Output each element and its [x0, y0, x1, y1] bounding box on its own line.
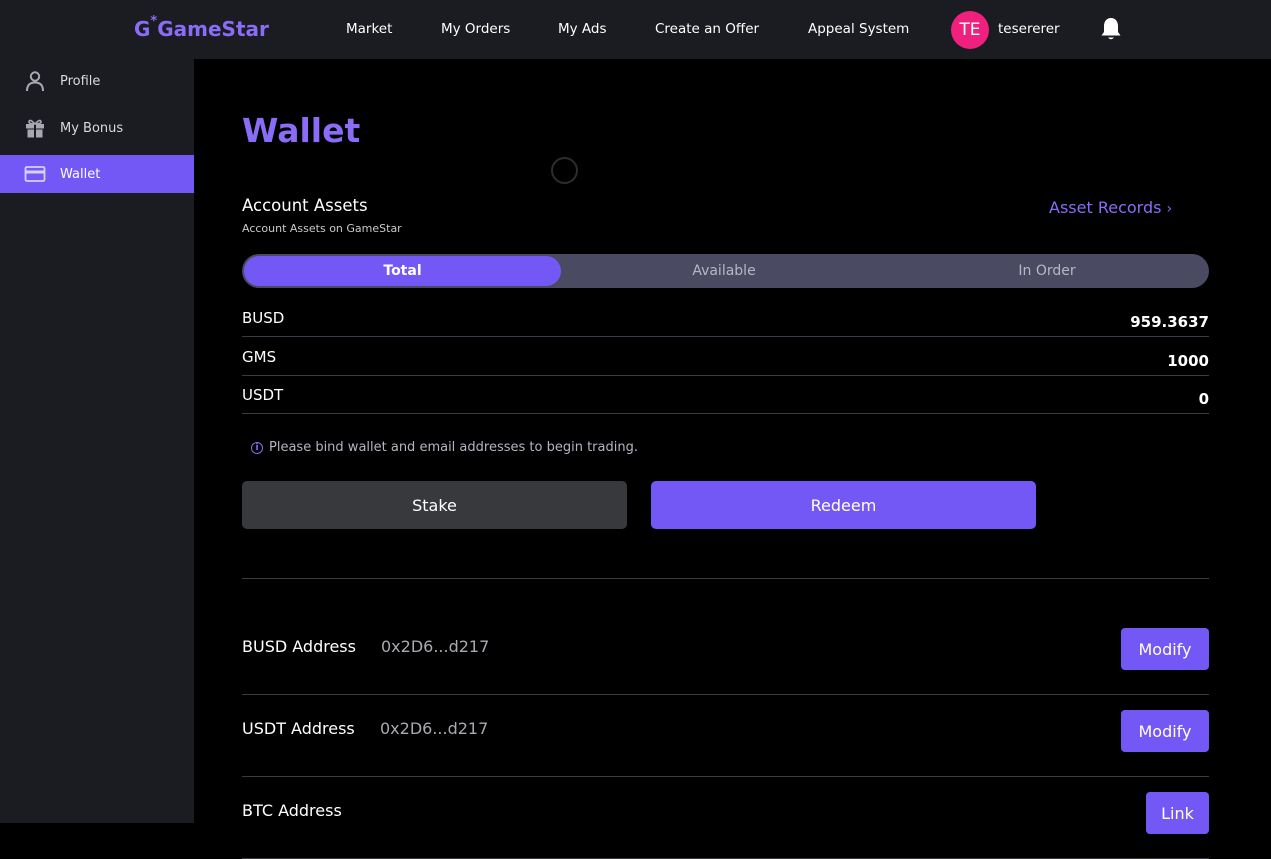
nav-create-offer[interactable]: Create an Offer: [655, 21, 759, 37]
address-label: BTC Address: [242, 801, 342, 820]
address-value: 0x2D6...d217: [380, 719, 489, 738]
person-icon: [26, 71, 44, 92]
sidebar-item-label: Profile: [60, 73, 101, 89]
chevron-right-icon: ›: [1166, 201, 1173, 217]
nav-my-orders[interactable]: My Orders: [441, 21, 510, 37]
nav-appeal-system[interactable]: Appeal System: [808, 21, 909, 37]
username[interactable]: tesererer: [998, 21, 1060, 37]
notice-text: Please bind wallet and email addresses t…: [269, 440, 638, 455]
asset-records-label: Asset Records: [1049, 198, 1162, 217]
link-btc-button[interactable]: Link: [1146, 792, 1209, 834]
logo-text: GameStar: [157, 17, 269, 41]
modify-usdt-button[interactable]: Modify: [1121, 710, 1209, 752]
asset-tabs: Total Available In Order: [242, 254, 1209, 288]
bell-icon[interactable]: [1099, 16, 1123, 42]
page-title: Wallet: [242, 111, 361, 150]
section-title: Account Assets: [242, 196, 368, 215]
main-content: Wallet Account Assets Account Assets on …: [194, 59, 1271, 859]
logo-star: *: [150, 14, 158, 30]
address-label: BUSD Address: [242, 637, 356, 656]
info-icon: i: [251, 441, 263, 454]
asset-records-link[interactable]: Asset Records ›: [1049, 198, 1172, 217]
nav-my-ads[interactable]: My Ads: [558, 21, 607, 37]
loading-spinner-icon: [551, 157, 578, 184]
usdt-address-row: USDT Address 0x2D6...d217 Modify: [242, 695, 1209, 777]
tab-in-order[interactable]: In Order: [887, 256, 1207, 286]
busd-address-row: BUSD Address 0x2D6...d217 Modify: [242, 613, 1209, 695]
nav-market[interactable]: Market: [346, 21, 392, 37]
asset-row-busd: BUSD 959.3637: [242, 299, 1209, 337]
asset-value: 0: [1198, 390, 1209, 408]
tab-total[interactable]: Total: [244, 256, 561, 286]
redeem-button[interactable]: Redeem: [651, 481, 1036, 529]
section-subtitle: Account Assets on GameStar: [242, 222, 402, 235]
logo-g: G: [134, 17, 151, 41]
divider: [242, 578, 1209, 579]
address-value: 0x2D6...d217: [381, 637, 490, 656]
sidebar-item-wallet[interactable]: Wallet: [0, 155, 194, 193]
asset-row-usdt: USDT 0: [242, 376, 1209, 414]
asset-name: BUSD: [242, 309, 285, 327]
gamestar-logo[interactable]: G*GameStar: [134, 14, 269, 41]
top-bar: G*GameStar Market My Orders My Ads Creat…: [0, 0, 1271, 59]
avatar[interactable]: TE: [951, 11, 989, 49]
modify-busd-button[interactable]: Modify: [1121, 628, 1209, 670]
sidebar-item-profile[interactable]: Profile: [0, 62, 194, 100]
sidebar-item-label: Wallet: [60, 166, 101, 182]
stake-button[interactable]: Stake: [242, 481, 627, 529]
gift-icon: [26, 119, 44, 138]
asset-value: 1000: [1167, 352, 1209, 370]
tab-available[interactable]: Available: [564, 256, 884, 286]
asset-name: GMS: [242, 348, 277, 366]
sidebar-item-my-bonus[interactable]: My Bonus: [0, 109, 194, 147]
bind-notice: i Please bind wallet and email addresses…: [251, 440, 638, 455]
btc-address-row: BTC Address Link: [242, 777, 1209, 859]
asset-row-gms: GMS 1000: [242, 338, 1209, 376]
address-label: USDT Address: [242, 719, 355, 738]
card-icon: [24, 166, 46, 182]
asset-name: USDT: [242, 386, 284, 404]
sidebar: Profile My Bonus Wallet: [0, 59, 194, 823]
asset-value: 959.3637: [1130, 313, 1209, 331]
sidebar-item-label: My Bonus: [60, 120, 124, 136]
